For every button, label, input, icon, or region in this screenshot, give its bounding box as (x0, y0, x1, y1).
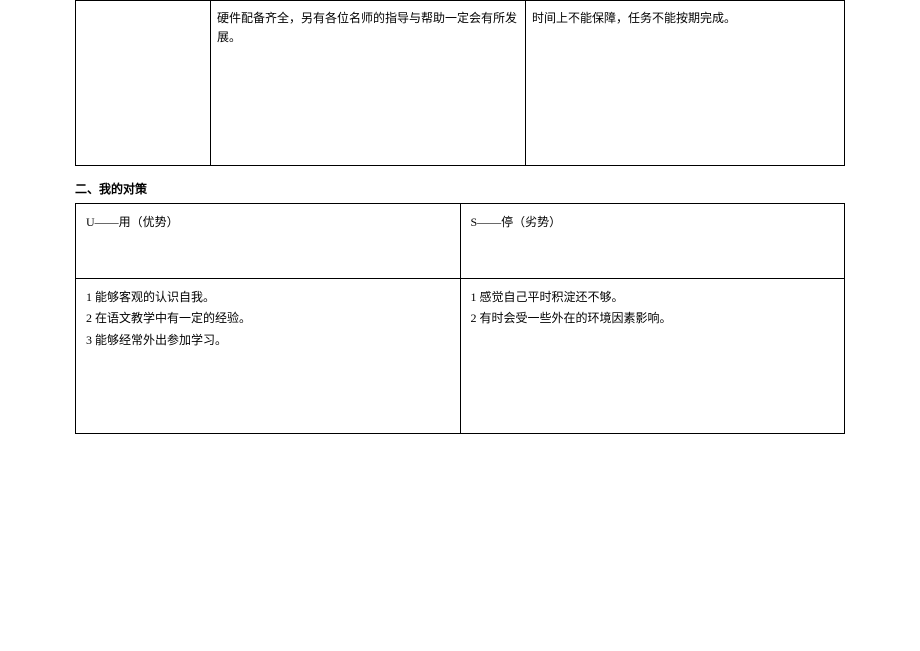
strategy-header-use: U——用（优势） (76, 204, 461, 279)
list-item: 2 有时会受一些外在的环境因素影响。 (471, 308, 835, 328)
strategy-header-stop: S——停（劣势） (460, 204, 845, 279)
list-item: 3 能够经常外出参加学习。 (86, 330, 450, 350)
list-item: 2 在语文教学中有一定的经验。 (86, 308, 450, 328)
table1-cell-opportunity: 硬件配备齐全，另有各位名师的指导与帮助一定会有所发展。 (211, 1, 526, 166)
strategy-content-use: 1 能够客观的认识自我。 2 在语文教学中有一定的经验。 3 能够经常外出参加学… (76, 279, 461, 434)
list-item: 1 感觉自己平时积淀还不够。 (471, 287, 835, 307)
swot-table-opportunity-threat: 硬件配备齐全，另有各位名师的指导与帮助一定会有所发展。 时间上不能保障，任务不能… (75, 0, 845, 166)
section-title: 二、我的对策 (75, 180, 845, 197)
list-item: 1 能够客观的认识自我。 (86, 287, 450, 307)
table1-cell-label (76, 1, 211, 166)
table1-cell-threat: 时间上不能保障，任务不能按期完成。 (526, 1, 845, 166)
strategy-content-stop: 1 感觉自己平时积淀还不够。 2 有时会受一些外在的环境因素影响。 (460, 279, 845, 434)
page-container: 硬件配备齐全，另有各位名师的指导与帮助一定会有所发展。 时间上不能保障，任务不能… (0, 0, 920, 434)
strategy-table: U——用（优势） S——停（劣势） 1 能够客观的认识自我。 2 在语文教学中有… (75, 203, 845, 434)
